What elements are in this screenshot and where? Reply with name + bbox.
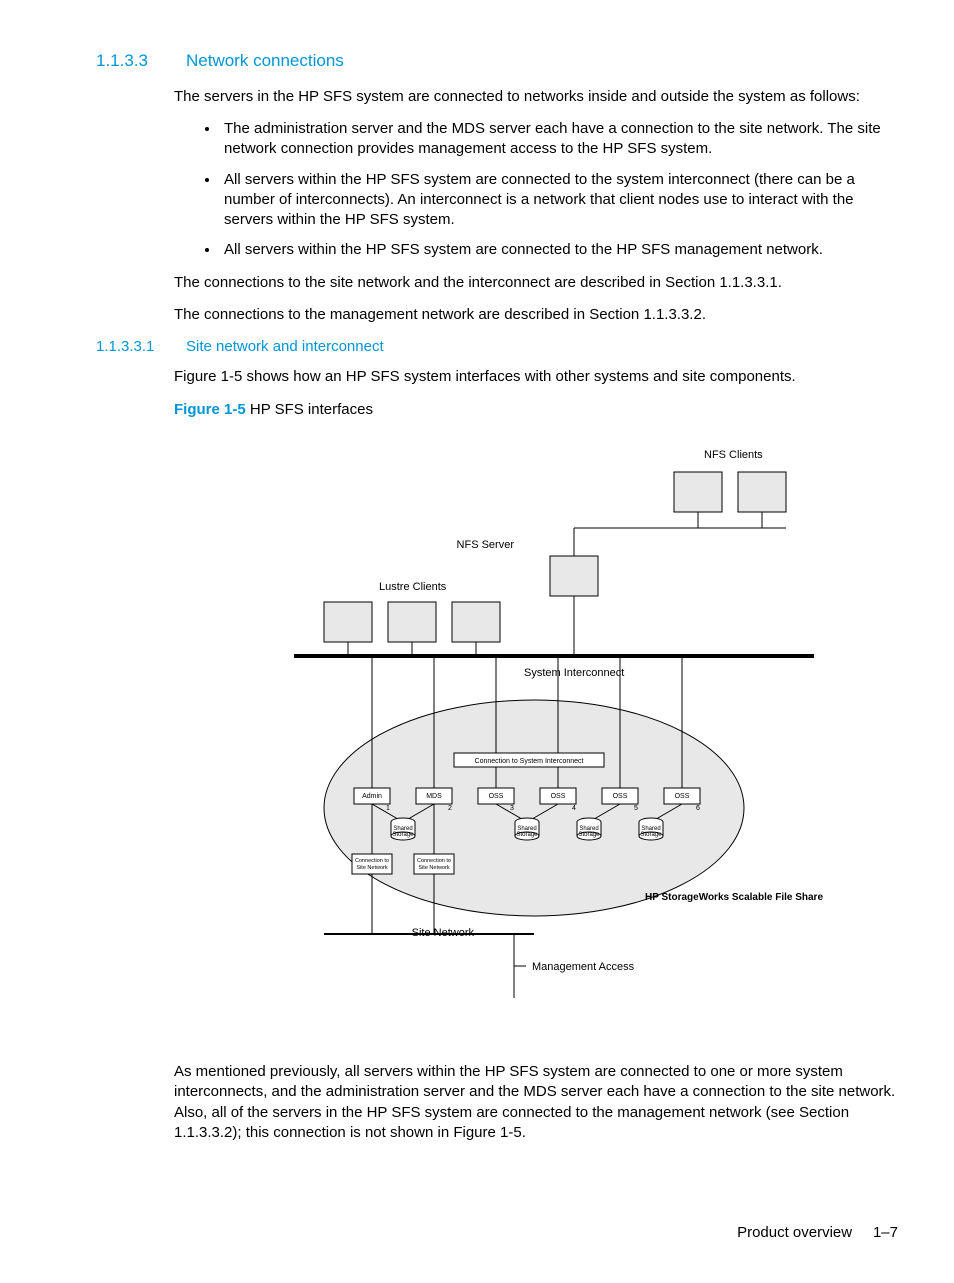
heading-number: 1.1.3.3.1	[96, 337, 186, 357]
footer-page: 1–7	[873, 1224, 898, 1241]
heading-title: Site network and interconnect	[186, 337, 384, 357]
svg-text:1: 1	[386, 805, 390, 812]
label-mgmt-access: Management Access	[532, 961, 635, 973]
heading-11331: 1.1.3.3.1 Site network and interconnect	[96, 337, 898, 357]
svg-text:SharedStorage: SharedStorage	[578, 826, 600, 838]
heading-title: Network connections	[186, 50, 344, 73]
svg-text:6: 6	[696, 805, 700, 812]
label-lustre-clients: Lustre Clients	[379, 581, 447, 593]
svg-text:OSS: OSS	[489, 793, 504, 800]
page: 1.1.3.3 Network connections The servers …	[0, 0, 954, 1283]
bullet-list: The administration server and the MDS se…	[174, 119, 898, 261]
section-body: Figure 1-5 shows how an HP SFS system in…	[174, 367, 898, 420]
svg-text:SharedStorage: SharedStorage	[640, 826, 662, 838]
heading-1133: 1.1.3.3 Network connections	[96, 50, 898, 73]
svg-text:OSS: OSS	[675, 793, 690, 800]
footer-title: Product overview	[737, 1224, 852, 1241]
svg-text:Connection toSite Network: Connection toSite Network	[355, 858, 389, 871]
svg-text:SharedStorage: SharedStorage	[516, 826, 538, 838]
svg-text:SharedStorage: SharedStorage	[392, 826, 414, 838]
list-item: All servers within the HP SFS system are…	[220, 240, 898, 260]
svg-text:2: 2	[448, 805, 452, 812]
paragraph: The servers in the HP SFS system are con…	[174, 87, 898, 107]
section-body: The servers in the HP SFS system are con…	[174, 87, 898, 325]
svg-text:MDS: MDS	[426, 793, 442, 800]
page-footer: Product overview 1–7	[96, 1223, 898, 1243]
paragraph: As mentioned previously, all servers wit…	[174, 1062, 898, 1143]
label-product: HP StorageWorks Scalable File Share	[645, 892, 823, 903]
paragraph: The connections to the management networ…	[174, 305, 898, 325]
svg-text:Connection toSite Network: Connection toSite Network	[417, 858, 451, 871]
svg-text:Admin: Admin	[362, 793, 382, 800]
list-item: The administration server and the MDS se…	[220, 119, 898, 160]
svg-text:OSS: OSS	[551, 793, 566, 800]
label-nfs-clients: NFS Clients	[704, 449, 763, 461]
list-item: All servers within the HP SFS system are…	[220, 170, 898, 231]
section-body: As mentioned previously, all servers wit…	[174, 1062, 898, 1143]
figure-caption: Figure 1-5 HP SFS interfaces	[174, 400, 898, 420]
label-system-interconnect: System Interconnect	[524, 667, 624, 679]
heading-number: 1.1.3.3	[96, 50, 186, 73]
label-nfs-server: NFS Server	[457, 539, 515, 551]
paragraph: The connections to the site network and …	[174, 273, 898, 293]
figure-1-5: NFS Clients NFS Server Lustre Clients S	[174, 438, 898, 1044]
label-conn-si: Connection to System Interconnect	[475, 758, 584, 765]
figure-title: HP SFS interfaces	[246, 401, 373, 418]
svg-text:3: 3	[510, 805, 514, 812]
svg-text:4: 4	[572, 805, 576, 812]
figure-label: Figure 1-5	[174, 401, 246, 418]
diagram-svg: NFS Clients NFS Server Lustre Clients S	[174, 438, 894, 1038]
paragraph: Figure 1-5 shows how an HP SFS system in…	[174, 367, 898, 387]
svg-text:5: 5	[634, 805, 638, 812]
svg-text:OSS: OSS	[613, 793, 628, 800]
